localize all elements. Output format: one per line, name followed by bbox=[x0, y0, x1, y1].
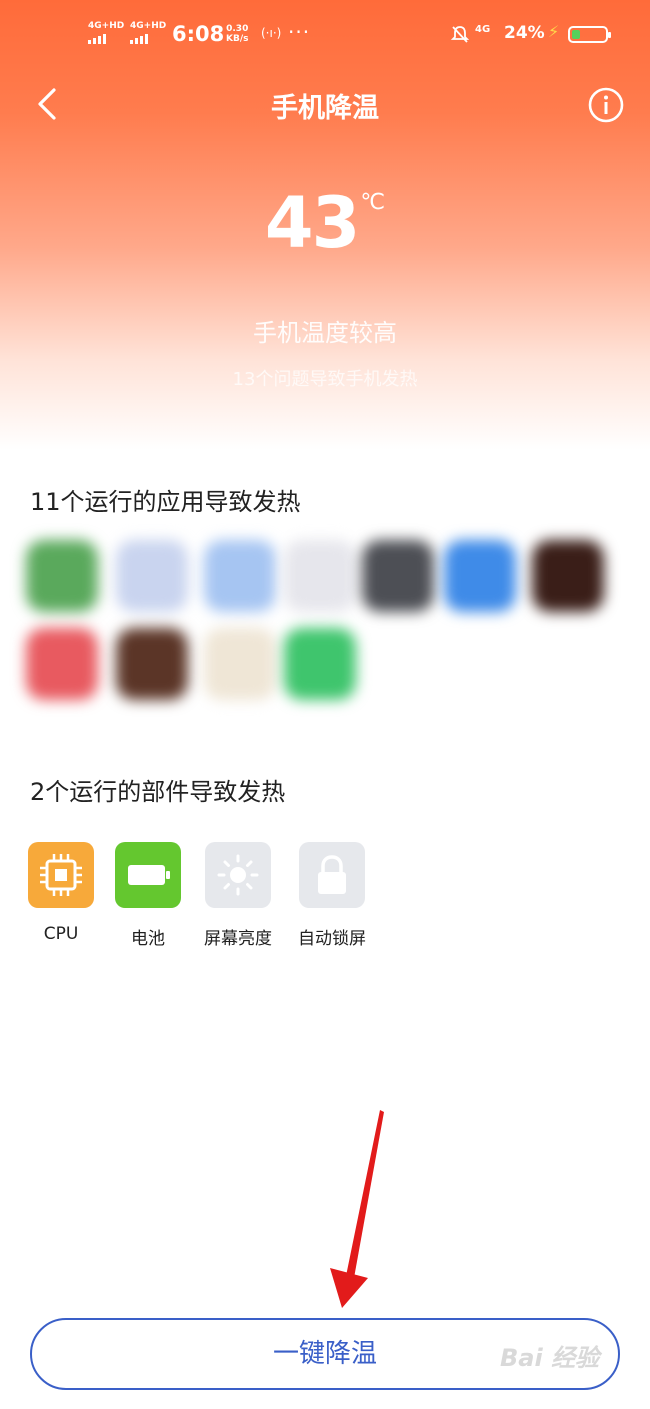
battery-tile bbox=[115, 842, 181, 908]
temperature-display: 43℃ bbox=[0, 182, 650, 264]
component-label: 自动锁屏 bbox=[298, 929, 366, 949]
sim2-signal: 4G+HD bbox=[130, 22, 166, 44]
temperature-unit: ℃ bbox=[360, 190, 386, 215]
battery-icon bbox=[128, 865, 170, 885]
lock-tile bbox=[299, 842, 365, 908]
mute-bell-icon bbox=[450, 26, 470, 43]
lock-icon bbox=[318, 855, 346, 894]
temperature-status: 手机温度较高 bbox=[253, 319, 397, 347]
signal-bars-icon bbox=[130, 34, 166, 44]
app-icon bbox=[204, 628, 276, 700]
watermark: Bai 经验 bbox=[500, 1344, 600, 1372]
network-speed: 0.30 KB/s bbox=[226, 24, 248, 44]
components-section-title: 2个运行的部件导致发热 bbox=[30, 778, 286, 806]
app-icon bbox=[284, 628, 356, 700]
speed-value: 0.30 bbox=[226, 24, 249, 34]
cpu-icon bbox=[40, 854, 82, 896]
sim1-signal: 4G+HD bbox=[88, 22, 124, 44]
sim1-label: 4G+HD bbox=[88, 21, 125, 31]
info-icon[interactable] bbox=[588, 87, 624, 123]
temperature-value: 43 bbox=[264, 182, 360, 264]
app-icon bbox=[532, 540, 604, 612]
battery-percent: 24% bbox=[504, 23, 545, 43]
page-title: 手机降温 bbox=[271, 93, 379, 124]
hotspot-icon: (·ı·) bbox=[261, 26, 282, 40]
app-icon bbox=[26, 540, 98, 612]
signal-bars-icon bbox=[88, 34, 124, 44]
brightness-icon bbox=[217, 854, 259, 896]
component-label: 屏幕亮度 bbox=[204, 929, 272, 949]
red-arrow-annotation bbox=[330, 1110, 384, 1308]
component-brightness[interactable]: 屏幕亮度 bbox=[193, 842, 283, 949]
app-icon bbox=[116, 628, 188, 700]
component-label: CPU bbox=[43, 924, 79, 944]
component-auto-lock[interactable]: 自动锁屏 bbox=[287, 842, 377, 949]
app-icon bbox=[284, 540, 356, 612]
apps-section-title: 11个运行的应用导致发热 bbox=[30, 488, 301, 516]
network-type: 4G bbox=[475, 24, 491, 35]
component-battery[interactable]: 电池 bbox=[103, 842, 193, 949]
app-icon bbox=[204, 540, 276, 612]
app-icon bbox=[26, 628, 98, 700]
charging-icon: ⚡ bbox=[548, 22, 560, 41]
cpu-tile bbox=[28, 842, 94, 908]
battery-icon bbox=[568, 26, 611, 43]
problem-count: 13个问题导致手机发热 bbox=[232, 369, 418, 390]
app-icon bbox=[116, 540, 188, 612]
brightness-tile bbox=[205, 842, 271, 908]
app-icon bbox=[444, 540, 516, 612]
component-label: 电池 bbox=[131, 929, 165, 949]
sim2-label: 4G+HD bbox=[130, 21, 167, 31]
speed-unit: KB/s bbox=[226, 34, 249, 44]
battery-fill bbox=[572, 30, 580, 39]
more-notifications-icon: ··· bbox=[288, 20, 311, 44]
clock: 6:08 bbox=[172, 22, 225, 46]
status-bar: 4G+HD 4G+HD 6:08 0.30 KB/s (·ı·) ··· 4G … bbox=[0, 18, 650, 54]
app-icon bbox=[362, 540, 434, 612]
component-cpu[interactable]: CPU bbox=[16, 842, 106, 944]
